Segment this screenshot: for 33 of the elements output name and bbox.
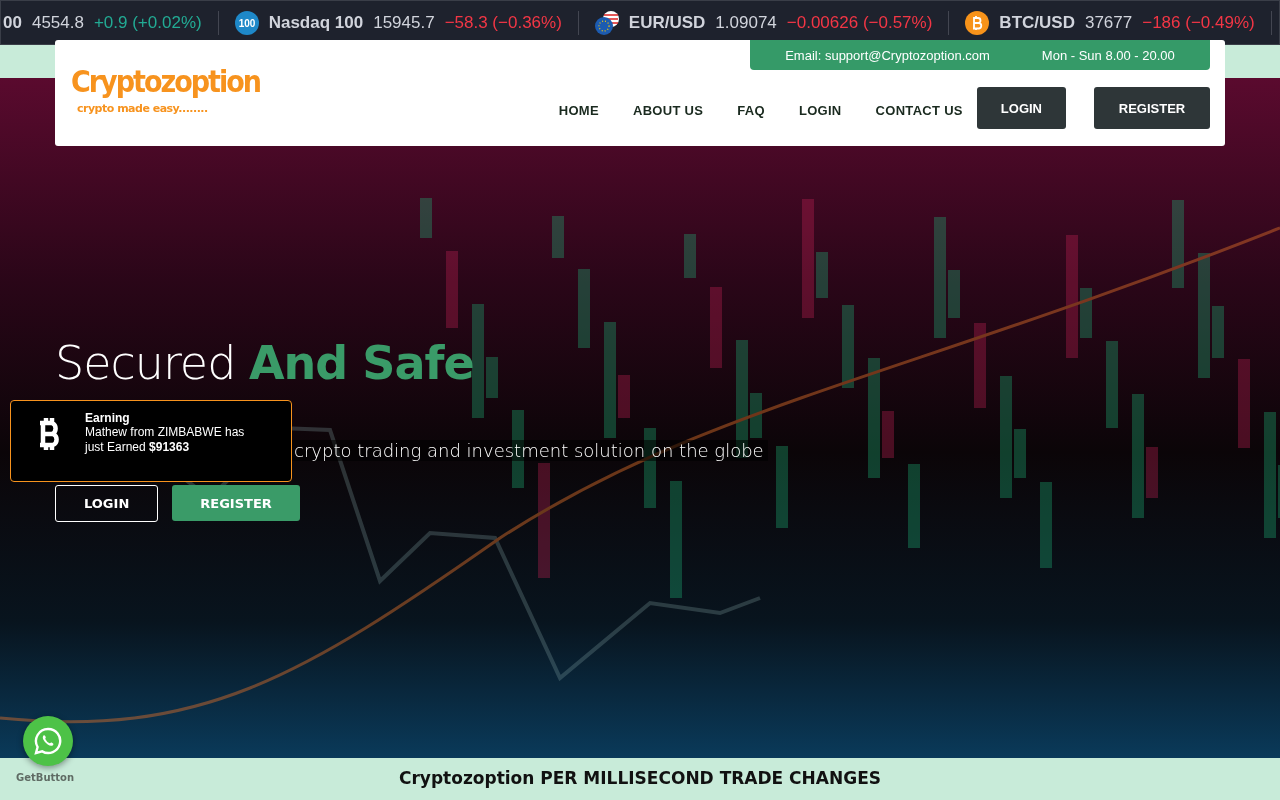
ticker-change: +0.9 (+0.02%) (93, 12, 202, 33)
nasdaq-badge-icon: 100 (234, 10, 259, 35)
hero-login-button[interactable]: LOGIN (55, 485, 159, 522)
section-title: Cryptozoption PER MILLISECOND TRADE CHANGES (398, 768, 882, 788)
hero-subtitle: crypto trading and investment solution on the globe (290, 440, 768, 461)
opening-hours: Mon - Sun 8.00 - 20.00 (1041, 47, 1175, 63)
nav-link[interactable]: HOME (558, 98, 599, 118)
ticker-price: 1.09074 (715, 12, 777, 33)
nav-link[interactable]: LOGIN (798, 98, 842, 118)
bitcoin-icon (965, 10, 990, 35)
register-button[interactable]: REGISTER (1094, 87, 1210, 129)
login-button[interactable]: LOGIN (976, 87, 1066, 129)
ticker-change: −186 (−0.49%) (1142, 12, 1255, 33)
chat-bubble-phone-icon (34, 727, 62, 755)
ticker-symbol[interactable]: 00 (3, 12, 22, 33)
hero-heading: Secured And Safe (55, 336, 475, 390)
ticker-price: 4554.8 (31, 12, 84, 33)
notification-message: Mathew from ZIMBABWE has just Earned $91363 (85, 425, 246, 455)
currency-flags-icon (594, 10, 619, 35)
getbutton-credit[interactable]: GetButton (16, 772, 75, 783)
nav-link[interactable]: CONTACT US (875, 98, 963, 118)
ticker-symbol[interactable]: BTC/USD (999, 12, 1075, 33)
ticker-change: −0.00626 (−0.57%) (786, 12, 933, 33)
notification-title: Earning (85, 411, 131, 425)
contact-email: Email: support@Cryptozoption.com (785, 47, 990, 63)
ticker-price: 37677 (1084, 12, 1133, 33)
nav-link[interactable]: ABOUT US (632, 98, 704, 118)
nav-link[interactable]: FAQ (737, 98, 765, 118)
ticker-change: −58.3 (−0.36%) (444, 12, 562, 33)
ticker-price: 15945.7 (373, 12, 435, 33)
ticker-symbol[interactable]: Nasdaq 100 (268, 12, 364, 33)
logo-tagline: crypto made easy........ (77, 102, 209, 115)
ticker-symbol[interactable]: EUR/USD (628, 12, 706, 33)
